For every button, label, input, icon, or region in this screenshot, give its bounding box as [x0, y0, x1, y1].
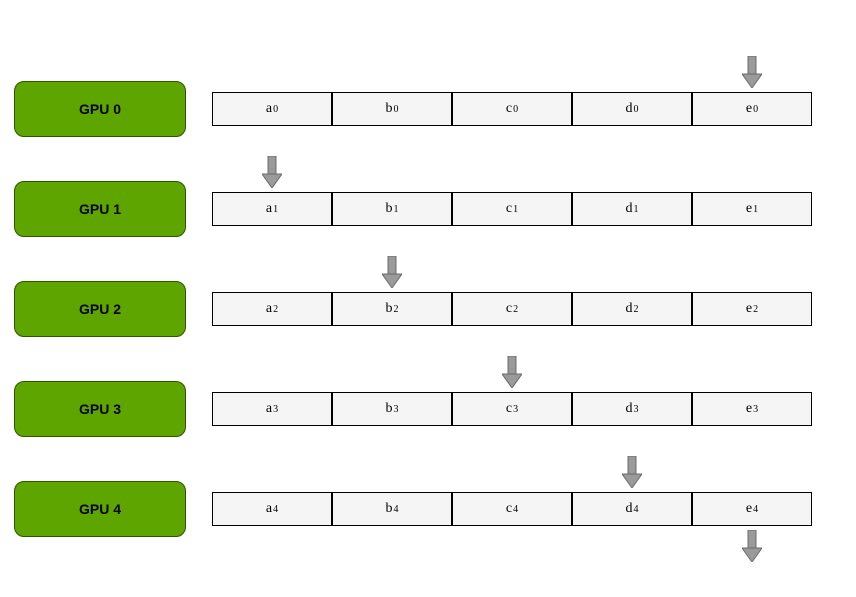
- cell-d-0: d0: [572, 92, 692, 126]
- cell-letter: e: [746, 401, 752, 417]
- cell-c-0: c0: [452, 92, 572, 126]
- cell-subscript: 1: [394, 204, 399, 215]
- cell-d-2: d2: [572, 292, 692, 326]
- cell-d-4: d4: [572, 492, 692, 526]
- cell-a-2: a2: [212, 292, 332, 326]
- cell-letter: c: [506, 201, 512, 217]
- cell-subscript: 2: [513, 304, 518, 315]
- cell-letter: c: [506, 401, 512, 417]
- cell-letter: c: [506, 301, 512, 317]
- cell-b-4: b4: [332, 492, 452, 526]
- cell-e-2: e2: [692, 292, 812, 326]
- cell-letter: e: [746, 301, 752, 317]
- cell-b-3: b3: [332, 392, 452, 426]
- cell-subscript: 2: [634, 304, 639, 315]
- cell-e-1: e1: [692, 192, 812, 226]
- cell-e-4: e4: [692, 492, 812, 526]
- cell-letter: d: [626, 501, 633, 517]
- cell-letter: a: [266, 301, 272, 317]
- cell-subscript: 4: [513, 504, 518, 515]
- cell-a-0: a0: [212, 92, 332, 126]
- gpu-box-2: GPU 2: [14, 281, 186, 337]
- arrow-3: [502, 356, 522, 388]
- cell-letter: d: [626, 101, 633, 117]
- gpu-box-0: GPU 0: [14, 81, 186, 137]
- cell-subscript: 0: [634, 104, 639, 115]
- cell-subscript: 1: [634, 204, 639, 215]
- cell-subscript: 0: [513, 104, 518, 115]
- cell-subscript: 1: [273, 204, 278, 215]
- cell-b-2: b2: [332, 292, 452, 326]
- ring-diagram: GPU 0GPU 1GPU 2GPU 3GPU 4a0b0c0d0e0a1b1c…: [0, 0, 856, 597]
- cell-letter: b: [386, 301, 393, 317]
- cell-subscript: 2: [273, 304, 278, 315]
- cell-letter: b: [386, 401, 393, 417]
- cell-letter: c: [506, 501, 512, 517]
- cell-subscript: 1: [753, 204, 758, 215]
- cell-b-1: b1: [332, 192, 452, 226]
- gpu-box-1: GPU 1: [14, 181, 186, 237]
- cell-a-1: a1: [212, 192, 332, 226]
- cell-subscript: 0: [273, 104, 278, 115]
- cell-d-3: d3: [572, 392, 692, 426]
- cell-letter: e: [746, 101, 752, 117]
- cell-c-3: c3: [452, 392, 572, 426]
- cell-letter: c: [506, 101, 512, 117]
- cell-a-3: a3: [212, 392, 332, 426]
- cell-subscript: 3: [513, 404, 518, 415]
- arrow-5: [742, 530, 762, 562]
- gpu-box-4: GPU 4: [14, 481, 186, 537]
- cell-subscript: 0: [394, 104, 399, 115]
- cell-letter: e: [746, 201, 752, 217]
- cell-c-1: c1: [452, 192, 572, 226]
- cell-d-1: d1: [572, 192, 692, 226]
- cell-subscript: 1: [513, 204, 518, 215]
- cell-subscript: 0: [753, 104, 758, 115]
- cell-subscript: 3: [634, 404, 639, 415]
- cell-letter: d: [626, 301, 633, 317]
- cell-subscript: 3: [394, 404, 399, 415]
- cell-c-4: c4: [452, 492, 572, 526]
- cell-letter: d: [626, 401, 633, 417]
- cell-a-4: a4: [212, 492, 332, 526]
- cell-e-0: e0: [692, 92, 812, 126]
- cell-letter: b: [386, 201, 393, 217]
- cell-subscript: 4: [753, 504, 758, 515]
- cell-e-3: e3: [692, 392, 812, 426]
- cell-b-0: b0: [332, 92, 452, 126]
- arrow-4: [622, 456, 642, 488]
- cell-subscript: 4: [273, 504, 278, 515]
- cell-letter: a: [266, 201, 272, 217]
- cell-letter: a: [266, 501, 272, 517]
- cell-letter: b: [386, 501, 393, 517]
- cell-subscript: 2: [753, 304, 758, 315]
- cell-letter: d: [626, 201, 633, 217]
- cell-subscript: 3: [273, 404, 278, 415]
- cell-letter: b: [386, 101, 393, 117]
- arrow-2: [382, 256, 402, 288]
- cell-letter: a: [266, 401, 272, 417]
- arrow-0: [742, 56, 762, 88]
- cell-subscript: 4: [394, 504, 399, 515]
- cell-subscript: 4: [634, 504, 639, 515]
- cell-letter: e: [746, 501, 752, 517]
- cell-subscript: 2: [394, 304, 399, 315]
- cell-letter: a: [266, 101, 272, 117]
- cell-subscript: 3: [753, 404, 758, 415]
- arrow-1: [262, 156, 282, 188]
- gpu-box-3: GPU 3: [14, 381, 186, 437]
- cell-c-2: c2: [452, 292, 572, 326]
